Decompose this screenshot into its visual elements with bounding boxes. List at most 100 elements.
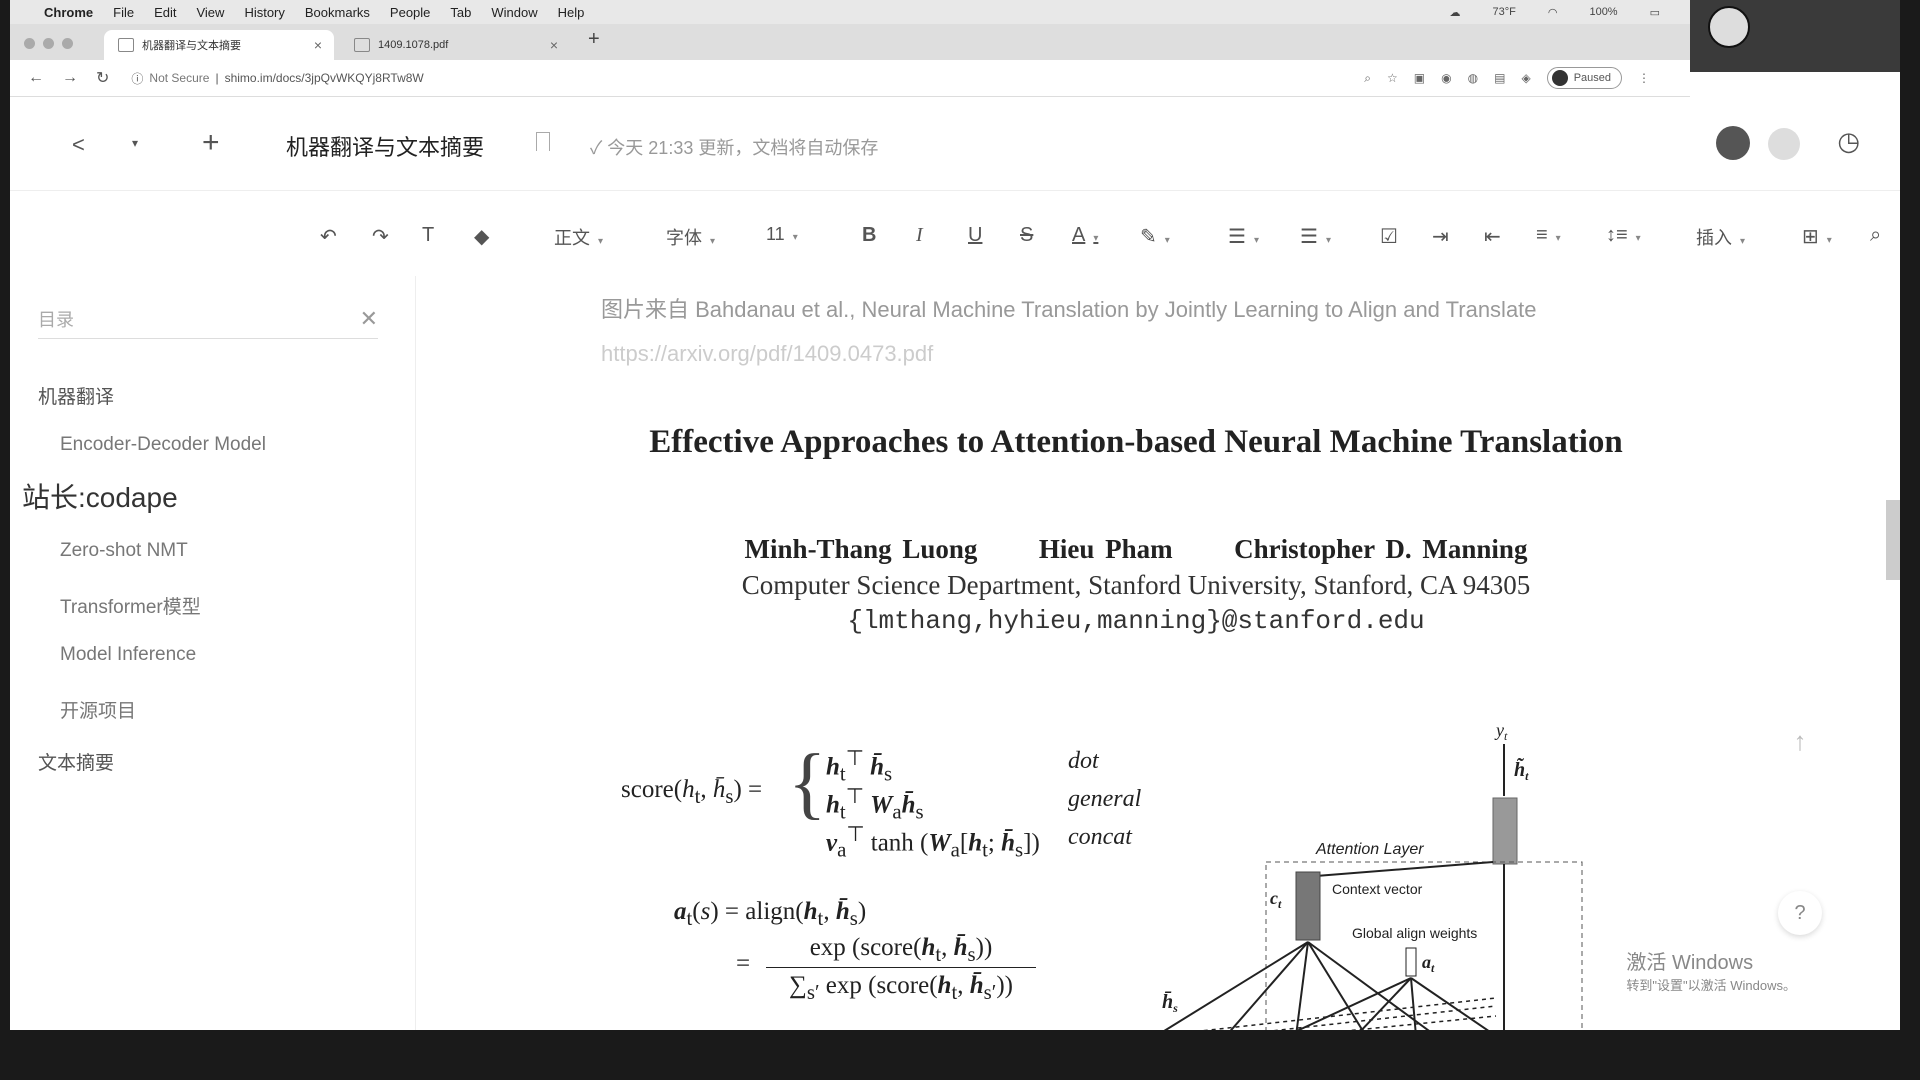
align-icon[interactable]: ≡ ▾ — [1536, 224, 1561, 247]
menu-people[interactable]: People — [390, 5, 430, 20]
label-concat: concat — [1068, 824, 1132, 850]
bookmark-icon[interactable] — [536, 132, 550, 151]
history-icon[interactable]: ◷ — [1837, 126, 1860, 157]
info-icon[interactable]: ⓘ — [131, 70, 143, 87]
activation-subtitle: 转到"设置"以激活 Windows。 — [1626, 978, 1796, 993]
battery-icon[interactable]: ▭ — [1650, 6, 1660, 19]
toc-item[interactable]: 文本摘要 — [38, 748, 114, 775]
close-tab-icon[interactable]: × — [550, 37, 558, 53]
paper-email: {lmthang,hyhieu,manning}@stanford.edu — [847, 606, 1425, 636]
toc-item[interactable]: 机器翻译 — [38, 382, 114, 409]
table-icon[interactable]: ⊞ ▾ — [1802, 224, 1832, 249]
menu-help[interactable]: Help — [558, 5, 585, 20]
extension-icon[interactable]: ◈ — [1521, 71, 1530, 85]
image-caption: 图片来自 Bahdanau et al., Neural Machine Tra… — [601, 288, 1701, 376]
more-icon[interactable]: ⋮ — [1638, 71, 1650, 85]
back-chevron-icon[interactable]: < — [72, 132, 85, 158]
italic-icon[interactable]: I — [916, 224, 923, 247]
toc-header: 目录 ✕ — [38, 306, 378, 339]
forward-icon[interactable]: → — [62, 69, 78, 87]
toc-item[interactable]: Transformer模型 — [60, 592, 201, 619]
reload-icon[interactable]: ↻ — [96, 68, 109, 88]
menu-history[interactable]: History — [244, 5, 284, 20]
webcam-overlay — [1690, 0, 1900, 72]
attention-diagram: yt h̃t Attention Layer ct Context vector… — [1162, 720, 1583, 1030]
ordered-list-icon[interactable]: ☰ ▾ — [1228, 224, 1259, 249]
bullet-list-icon[interactable]: ☰ ▾ — [1300, 224, 1331, 249]
cloud-icon[interactable]: ☁ — [1449, 6, 1460, 19]
scrollbar[interactable] — [1886, 500, 1900, 580]
close-window-button[interactable] — [24, 38, 35, 49]
wifi-icon[interactable]: ◠ — [1548, 6, 1558, 19]
menu-edit[interactable]: Edit — [154, 5, 176, 20]
maximize-window-button[interactable] — [62, 38, 73, 49]
chevron-down-icon[interactable]: ▾ — [132, 136, 138, 150]
strikethrough-icon[interactable]: S — [1020, 224, 1033, 247]
underline-icon[interactable]: U — [968, 224, 982, 247]
extension-icon[interactable]: ▣ — [1414, 71, 1425, 85]
collaborator-avatar[interactable] — [1716, 126, 1750, 160]
url-text: shimo.im/docs/3jpQvWKQYj8RTw8W — [224, 71, 424, 85]
extension-icon[interactable]: ▤ — [1494, 71, 1505, 85]
help-button[interactable]: ? — [1778, 891, 1822, 935]
extension-icon[interactable]: ◍ — [1468, 71, 1478, 85]
checklist-icon[interactable]: ☑ — [1380, 224, 1398, 249]
redo-icon[interactable]: ↷ — [372, 224, 389, 249]
size-value: 11 — [766, 224, 785, 244]
profile-status: Paused — [1573, 72, 1611, 84]
menubar: Chrome File Edit View History Bookmarks … — [10, 0, 1900, 24]
tab-pdf[interactable]: 1409.1078.pdf × — [340, 30, 570, 60]
toc-sidebar: 目录 ✕ 机器翻译 Encoder-Decoder Model Zero-sho… — [10, 276, 380, 1030]
toc-item[interactable]: Encoder-Decoder Model — [60, 434, 266, 456]
extension-icon[interactable]: ◉ — [1441, 71, 1451, 85]
toc-item[interactable]: Model Inference — [60, 644, 196, 666]
line-spacing-icon[interactable]: ↕≡ ▾ — [1606, 224, 1641, 247]
url-field[interactable]: ⓘ Not Secure | shimo.im/docs/3jpQvWKQYj8… — [131, 70, 423, 87]
tab-title: 机器翻译与文本摘要 — [142, 40, 241, 52]
menu-file[interactable]: File — [113, 5, 134, 20]
score-dot: ht⊤ h̄s — [826, 746, 893, 786]
extension-icons: ⌕ ☆ ▣ ◉ ◍ ▤ ◈ Paused ⋮ — [1364, 67, 1650, 89]
font-size-select[interactable]: 11 ▾ — [766, 224, 798, 245]
bold-icon[interactable]: B — [862, 224, 876, 247]
collaborator-avatar[interactable] — [1768, 128, 1800, 160]
menu-app[interactable]: Chrome — [44, 5, 93, 20]
eraser-icon[interactable]: ◆ — [474, 224, 489, 249]
insert-menu[interactable]: 插入 ▾ — [1696, 224, 1745, 250]
close-icon[interactable]: ✕ — [360, 306, 378, 332]
back-icon[interactable]: ← — [28, 69, 44, 87]
find-icon[interactable]: ⌕ — [1870, 224, 1881, 247]
format-painter-icon[interactable]: T — [422, 224, 434, 247]
menu-window[interactable]: Window — [491, 5, 537, 20]
save-status: ✓ 今天 21:33 更新，文档将自动保存 — [590, 138, 879, 158]
document-canvas[interactable]: 图片来自 Bahdanau et al., Neural Machine Tra… — [415, 276, 1856, 1030]
label-dot: dot — [1068, 748, 1099, 774]
highlight-icon[interactable]: ✎ ▾ — [1140, 224, 1170, 249]
context-vector-label: Context vector — [1332, 881, 1423, 897]
minimize-window-button[interactable] — [43, 38, 54, 49]
temperature: 73°F — [1492, 6, 1516, 18]
toc-item[interactable]: Zero-shot NMT — [60, 540, 188, 562]
new-tab-button[interactable]: + — [588, 28, 600, 51]
zoom-icon[interactable]: ⌕ — [1364, 71, 1371, 86]
close-tab-icon[interactable]: × — [314, 37, 322, 53]
outdent-icon[interactable]: ⇤ — [1484, 224, 1501, 249]
menu-tab[interactable]: Tab — [450, 5, 471, 20]
undo-icon[interactable]: ↶ — [320, 224, 337, 249]
scroll-top-button[interactable]: ↑ — [1778, 726, 1822, 816]
font-value: 字体 — [666, 228, 702, 248]
doc-title[interactable]: 机器翻译与文本摘要 — [286, 130, 484, 162]
menu-bookmarks[interactable]: Bookmarks — [305, 5, 370, 20]
indent-icon[interactable]: ⇥ — [1432, 224, 1449, 249]
toc-item[interactable]: 开源项目 — [60, 696, 136, 723]
tab-shimo-doc[interactable]: 机器翻译与文本摘要 × — [104, 30, 334, 60]
context-link — [1315, 861, 1494, 877]
font-select[interactable]: 字体 ▾ — [666, 224, 715, 250]
paragraph-style-select[interactable]: 正文 ▾ — [554, 224, 603, 250]
new-doc-icon[interactable]: + — [202, 126, 220, 160]
caption-link[interactable]: https://arxiv.org/pdf/1409.0473.pdf — [601, 341, 933, 366]
star-icon[interactable]: ☆ — [1387, 71, 1398, 85]
profile-button[interactable]: Paused — [1546, 67, 1622, 89]
menu-view[interactable]: View — [196, 5, 224, 20]
text-color-icon[interactable]: A ▾ — [1072, 224, 1098, 247]
